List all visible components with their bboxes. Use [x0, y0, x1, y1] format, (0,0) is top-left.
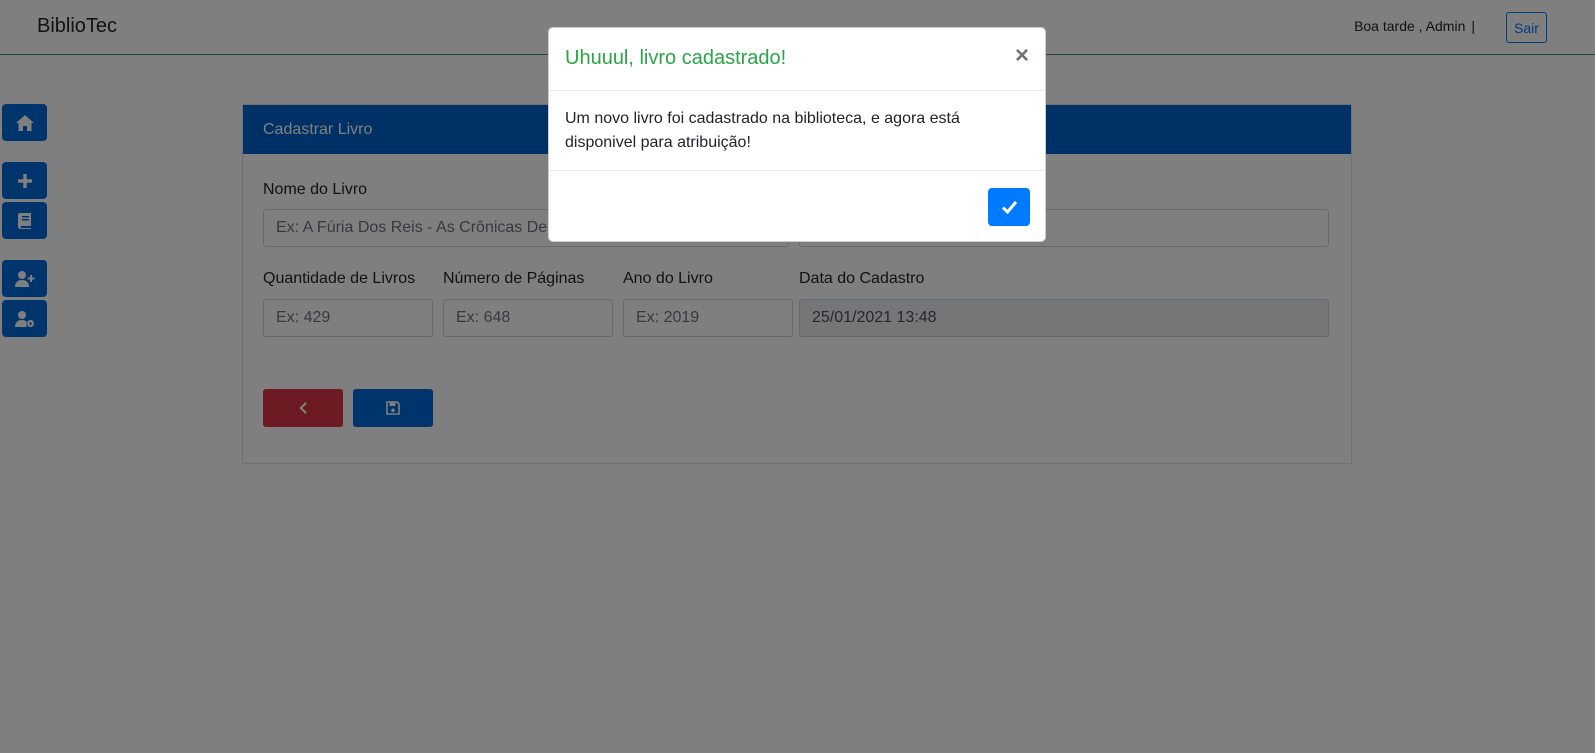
- modal-header: Uhuuul, livro cadastrado! ×: [549, 28, 1045, 91]
- modal-body-text: Um novo livro foi cadastrado na bibliote…: [549, 91, 1045, 171]
- modal-title: Uhuuul, livro cadastrado!: [565, 47, 787, 69]
- success-modal: Uhuuul, livro cadastrado! × Um novo livr…: [548, 27, 1046, 242]
- checkmark-icon: [1001, 201, 1017, 214]
- close-icon[interactable]: ×: [1015, 44, 1029, 68]
- confirm-button[interactable]: [988, 188, 1030, 226]
